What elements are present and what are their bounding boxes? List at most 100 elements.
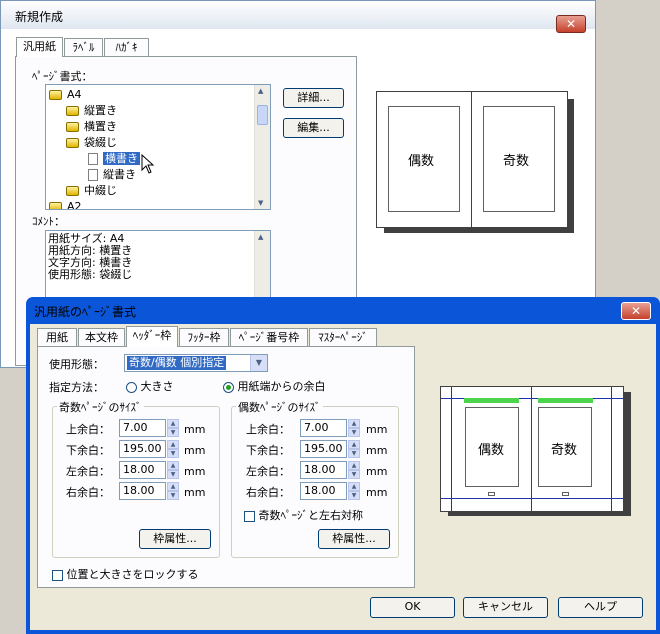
- tab-general-paper[interactable]: 汎用紙: [16, 37, 63, 57]
- even-right-margin-spinner[interactable]: ▲ ▼: [348, 482, 360, 500]
- tab-postcard[interactable]: ﾊｶﾞｷ: [104, 38, 149, 56]
- even-top-margin-input[interactable]: 7.00: [300, 419, 347, 437]
- tab-page-number-frame[interactable]: ﾍﾟｰｼﾞ番号枠: [230, 328, 308, 346]
- tab-paper[interactable]: 用紙: [37, 328, 77, 346]
- radio-icon[interactable]: [126, 381, 137, 393]
- scroll-down-icon[interactable]: ▼: [258, 199, 263, 207]
- unit-label: mm: [366, 444, 388, 457]
- even-frame-properties-button[interactable]: 枠属性...: [318, 529, 390, 549]
- even-group-title: 偶数ﾍﾟｰｼﾞのｻｲｽﾞ: [236, 399, 323, 415]
- even-left-margin-input[interactable]: 18.00: [300, 461, 347, 479]
- comment-scrollbar[interactable]: ▲: [254, 231, 270, 299]
- odd-right-margin-spinner[interactable]: ▲ ▼: [167, 482, 179, 500]
- symmetric-checkbox[interactable]: 奇数ﾍﾟｰｼﾞと左右対称: [244, 507, 363, 523]
- page-format-tree[interactable]: A4 縦置き 横置き 袋綴じ 横書き 縦書き 中綴じ A2 ▲ ▼: [45, 84, 271, 210]
- lock-checkbox[interactable]: 位置と大きさをロックする: [52, 566, 199, 582]
- left-margin-label: 左余白：: [66, 465, 110, 478]
- odd-frame-properties-button[interactable]: 枠属性...: [139, 529, 211, 549]
- tab-label[interactable]: ﾗﾍﾞﾙ: [64, 38, 103, 56]
- right-margin-label: 右余白：: [66, 486, 110, 499]
- even-top-margin-spinner[interactable]: ▲ ▼: [348, 419, 360, 437]
- tree-item-label: 横書き: [103, 152, 140, 165]
- scroll-up-icon[interactable]: ▲: [258, 87, 263, 95]
- unit-label: mm: [184, 465, 206, 478]
- even-right-margin-input[interactable]: 18.00: [300, 482, 347, 500]
- lock-label: 位置と大きさをロックする: [66, 568, 199, 581]
- scroll-thumb[interactable]: [257, 105, 268, 125]
- tree-item[interactable]: 袋綴じ: [66, 135, 117, 150]
- method-option-size[interactable]: 大きさ: [126, 378, 174, 394]
- title-bar: [1, 1, 595, 29]
- close-button[interactable]: ✕: [621, 302, 651, 320]
- odd-top-margin-spinner[interactable]: ▲ ▼: [167, 419, 179, 437]
- odd-left-margin-spinner[interactable]: ▲ ▼: [167, 461, 179, 479]
- even-page-label: 偶数: [478, 443, 505, 458]
- tree-item-label: 縦書き: [103, 168, 136, 181]
- page-format-dialog: 汎用紙のﾍﾟｰｼﾞ書式 ✕ 用紙 本文枠 ﾍｯﾀﾞｰ枠 ﾌｯﾀｰ枠 ﾍﾟｰｼﾞ番…: [26, 297, 660, 634]
- checkbox-icon[interactable]: [244, 510, 255, 522]
- tree-item-selected[interactable]: 横書き: [88, 151, 140, 166]
- cancel-button[interactable]: キャンセル: [463, 597, 548, 618]
- odd-bottom-margin-spinner[interactable]: ▲ ▼: [167, 440, 179, 458]
- odd-right-margin-input[interactable]: 18.00: [119, 482, 166, 500]
- ok-button[interactable]: OK: [370, 597, 455, 618]
- unit-label: mm: [184, 444, 206, 457]
- top-margin-label: 上余白：: [246, 423, 290, 436]
- mouse-cursor-icon: [141, 154, 155, 174]
- even-bottom-margin-spinner[interactable]: ▲ ▼: [348, 440, 360, 458]
- tree-item-label: A4: [67, 88, 82, 101]
- even-bottom-margin-input[interactable]: 195.00: [300, 440, 347, 458]
- checkbox-icon[interactable]: [52, 569, 63, 581]
- tab-header-frame[interactable]: ﾍｯﾀﾞｰ枠: [126, 326, 178, 347]
- document-icon: [88, 169, 98, 181]
- tree-item-label: 袋綴じ: [84, 136, 117, 149]
- unit-label: mm: [184, 486, 206, 499]
- even-left-margin-spinner[interactable]: ▲ ▼: [348, 461, 360, 479]
- tree-item-label: 縦置き: [84, 104, 117, 117]
- comment-box: 用紙サイズ: A4 用紙方向: 横置き 文字方向: 横書き 使用形態: 袋綴じ …: [45, 230, 271, 300]
- tree-item[interactable]: A2: [49, 199, 82, 210]
- dialog-title: 汎用紙のﾍﾟｰｼﾞ書式: [34, 305, 137, 319]
- folder-icon: [66, 186, 79, 196]
- method-option-label: 大きさ: [140, 380, 174, 393]
- tab-footer-frame[interactable]: ﾌｯﾀｰ枠: [179, 328, 229, 346]
- tree-item-label: 中綴じ: [84, 184, 117, 197]
- dialog-title: 新規作成: [15, 10, 64, 24]
- odd-bottom-margin-input[interactable]: 195.00: [119, 440, 166, 458]
- odd-left-margin-input[interactable]: 18.00: [119, 461, 166, 479]
- comment-line: 使用形態: 袋綴じ: [48, 268, 133, 281]
- detail-button[interactable]: 詳細...: [283, 88, 344, 108]
- tree-item[interactable]: 縦書き: [88, 167, 136, 182]
- scroll-up-icon[interactable]: ▲: [258, 233, 263, 241]
- tree-item[interactable]: A4: [49, 87, 82, 102]
- close-button[interactable]: ✕: [556, 15, 586, 33]
- tab-body-frame[interactable]: 本文枠: [78, 328, 125, 346]
- tree-item[interactable]: 横置き: [66, 119, 117, 134]
- radio-selected-icon[interactable]: [223, 381, 234, 393]
- usage-select-value: 奇数/偶数 個別指定: [127, 356, 227, 370]
- usage-select[interactable]: 奇数/偶数 個別指定 ▼: [124, 354, 268, 372]
- unit-label: mm: [184, 423, 206, 436]
- unit-label: mm: [366, 423, 388, 436]
- left-margin-label: 左余白：: [246, 465, 290, 478]
- tree-item[interactable]: 中綴じ: [66, 183, 117, 198]
- method-option-margin[interactable]: 用紙端からの余白: [223, 378, 326, 394]
- odd-top-margin-input[interactable]: 7.00: [119, 419, 166, 437]
- right-margin-label: 右余白：: [246, 486, 290, 499]
- chevron-down-icon[interactable]: ▼: [250, 355, 267, 371]
- tree-item-label: A2: [67, 200, 82, 210]
- tab-master-page[interactable]: ﾏｽﾀｰﾍﾟｰｼﾞ: [309, 328, 377, 346]
- spread-preview: 偶数 奇数: [376, 91, 568, 228]
- edit-button[interactable]: 編集...: [283, 118, 344, 138]
- method-option-label: 用紙端からの余白: [237, 380, 326, 393]
- help-button[interactable]: ヘルプ: [558, 597, 643, 618]
- tree-item[interactable]: 縦置き: [66, 103, 117, 118]
- tree-item-label: 横置き: [84, 120, 117, 133]
- usage-label: 使用形態：: [49, 358, 104, 371]
- odd-header-bar: [538, 398, 593, 403]
- tree-scrollbar[interactable]: ▲ ▼: [254, 85, 270, 209]
- page-number-box: [562, 492, 569, 496]
- symmetric-label: 奇数ﾍﾟｰｼﾞと左右対称: [258, 509, 364, 522]
- page-format-label: ﾍﾟｰｼﾞ書式：: [32, 70, 93, 83]
- top-margin-label: 上余白：: [66, 423, 110, 436]
